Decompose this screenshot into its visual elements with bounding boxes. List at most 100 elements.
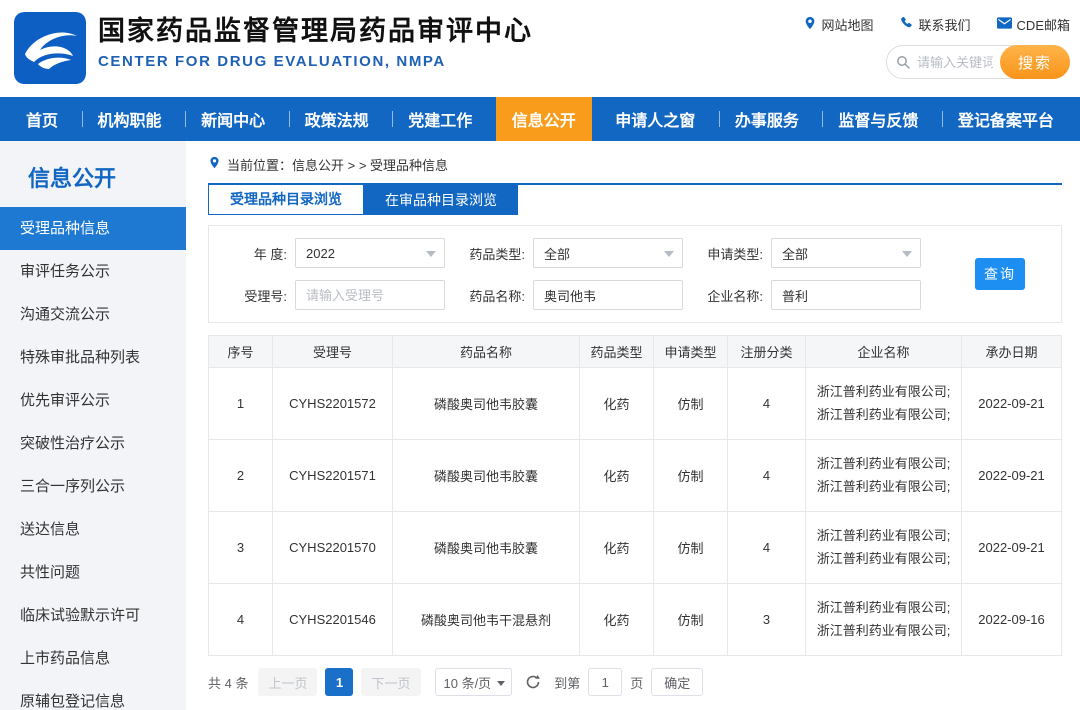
cell-drug-type: 化药 bbox=[580, 440, 654, 512]
year-select-value: 2022 bbox=[306, 246, 335, 261]
cell-accept-no: CYHS2201572 bbox=[273, 368, 393, 440]
sidebar-item-communication[interactable]: 沟通交流公示 bbox=[0, 293, 186, 336]
sidebar-item-delivery-info[interactable]: 送达信息 bbox=[0, 508, 186, 551]
cell-index: 4 bbox=[209, 584, 273, 656]
cde-logo[interactable] bbox=[14, 12, 86, 84]
nav-item-home[interactable]: 首页 bbox=[10, 97, 74, 141]
field-year: 年 度: 2022 bbox=[225, 238, 445, 268]
sidebar-item-review-tasks[interactable]: 审评任务公示 bbox=[0, 250, 186, 293]
cell-accept-no: CYHS2201571 bbox=[273, 440, 393, 512]
cell-apply-type: 仿制 bbox=[654, 368, 728, 440]
nav-item-organization[interactable]: 机构职能 bbox=[82, 97, 178, 141]
cell-date: 2022-09-16 bbox=[962, 584, 1062, 656]
sidebar-item-accepted-varieties[interactable]: 受理品种信息 bbox=[0, 207, 186, 250]
sidebar-item-breakthrough-therapy[interactable]: 突破性治疗公示 bbox=[0, 422, 186, 465]
apply-type-select-value: 全部 bbox=[782, 244, 808, 263]
nav-item-news[interactable]: 新闻中心 bbox=[185, 97, 281, 141]
refresh-button[interactable] bbox=[524, 673, 542, 691]
next-page-button[interactable]: 下一页 bbox=[361, 668, 420, 696]
cell-index: 1 bbox=[209, 368, 273, 440]
page: 国家药品监督管理局药品审评中心 CENTER FOR DRUG EVALUATI… bbox=[0, 0, 1080, 710]
sidebar-item-special-approval-list[interactable]: 特殊审批品种列表 bbox=[0, 336, 186, 379]
nav-item-policies[interactable]: 政策法规 bbox=[289, 97, 385, 141]
col-header-apply-type: 申请类型 bbox=[654, 336, 728, 368]
link-mailbox-label: CDE邮箱 bbox=[1017, 15, 1070, 34]
field-drug-type: 药品类型: 全部 bbox=[463, 238, 683, 268]
map-pin-icon bbox=[803, 16, 817, 33]
results-table: 序号 受理号 药品名称 药品类型 申请类型 注册分类 企业名称 承办日期 1 C… bbox=[208, 335, 1062, 656]
drug-type-select-value: 全部 bbox=[544, 244, 570, 263]
prev-page-button[interactable]: 上一页 bbox=[258, 668, 317, 696]
sidebar-item-three-in-one[interactable]: 三合一序列公示 bbox=[0, 465, 186, 508]
cell-date: 2022-09-21 bbox=[962, 368, 1062, 440]
goto-suffix-label: 页 bbox=[630, 673, 643, 692]
field-company-name: 企业名称: bbox=[701, 280, 921, 310]
location-pin-icon bbox=[208, 156, 221, 172]
sidebar-item-common-issues[interactable]: 共性问题 bbox=[0, 551, 186, 594]
drug-type-label: 药品类型: bbox=[463, 244, 525, 263]
cell-date: 2022-09-21 bbox=[962, 440, 1062, 512]
title-block: 国家药品监督管理局药品审评中心 CENTER FOR DRUG EVALUATI… bbox=[98, 12, 533, 70]
mail-icon bbox=[997, 17, 1012, 32]
apply-type-select[interactable]: 全部 bbox=[771, 238, 921, 268]
field-accept-no: 受理号: bbox=[225, 280, 445, 310]
nav-item-supervision-feedback[interactable]: 监督与反馈 bbox=[822, 97, 934, 141]
col-header-reg-class: 注册分类 bbox=[728, 336, 806, 368]
drug-name-input[interactable] bbox=[533, 280, 683, 310]
year-select[interactable]: 2022 bbox=[295, 238, 445, 268]
nav-item-registration-platform[interactable]: 登记备案平台 bbox=[942, 97, 1070, 141]
breadcrumb: 当前位置：信息公开 > > 受理品种信息 bbox=[208, 155, 1062, 173]
apply-type-label: 申请类型: bbox=[701, 244, 763, 263]
confirm-button[interactable]: 确定 bbox=[651, 668, 703, 696]
cell-index: 3 bbox=[209, 512, 273, 584]
cell-reg-class: 4 bbox=[728, 440, 806, 512]
tab-accepted-catalog[interactable]: 受理品种目录浏览 bbox=[208, 185, 364, 215]
pagination: 共 4 条 上一页 1 下一页 10 条/页 到第 页 确定 bbox=[208, 668, 1062, 696]
sidebar-item-priority-review[interactable]: 优先审评公示 bbox=[0, 379, 186, 422]
drug-type-select[interactable]: 全部 bbox=[533, 238, 683, 268]
page-1-button[interactable]: 1 bbox=[325, 668, 353, 696]
main-content: 当前位置：信息公开 > > 受理品种信息 受理品种目录浏览 在审品种目录浏览 年… bbox=[186, 141, 1080, 710]
link-sitemap[interactable]: 网站地图 bbox=[803, 15, 874, 34]
link-contact[interactable]: 联系我们 bbox=[900, 15, 971, 34]
quick-links: 网站地图 联系我们 CDE邮箱 bbox=[803, 15, 1070, 34]
cell-date: 2022-09-21 bbox=[962, 512, 1062, 584]
table-row: 3 CYHS2201570 磷酸奥司他韦胶囊 化药 仿制 4 浙江普利药业有限公… bbox=[209, 512, 1062, 584]
nav-item-party-building[interactable]: 党建工作 bbox=[392, 97, 488, 141]
col-header-index: 序号 bbox=[209, 336, 273, 368]
query-button[interactable]: 查询 bbox=[975, 258, 1025, 290]
company-name-label: 企业名称: bbox=[701, 286, 763, 305]
cell-drug-type: 化药 bbox=[580, 584, 654, 656]
field-apply-type: 申请类型: 全部 bbox=[701, 238, 921, 268]
page-size-select[interactable]: 10 条/页 bbox=[435, 668, 513, 696]
table-row: 4 CYHS2201546 磷酸奥司他韦干混悬剂 化药 仿制 3 浙江普利药业有… bbox=[209, 584, 1062, 656]
cell-apply-type: 仿制 bbox=[654, 512, 728, 584]
cell-reg-class: 4 bbox=[728, 368, 806, 440]
nav-item-services[interactable]: 办事服务 bbox=[719, 97, 815, 141]
phone-icon bbox=[900, 16, 914, 33]
filter-grid: 年 度: 2022 药品类型: 全部 申请类 bbox=[225, 238, 921, 310]
accept-no-input[interactable] bbox=[295, 280, 445, 310]
searchbar: 搜索 bbox=[886, 45, 1070, 79]
col-header-drug-type: 药品类型 bbox=[580, 336, 654, 368]
search-button[interactable]: 搜索 bbox=[1000, 45, 1070, 79]
sidebar-item-excipients-registration[interactable]: 原辅包登记信息 bbox=[0, 680, 186, 710]
search-icon bbox=[895, 54, 911, 70]
goto-prefix-label: 到第 bbox=[554, 673, 580, 692]
sidebar-item-clinical-trial-license[interactable]: 临床试验默示许可 bbox=[0, 594, 186, 637]
link-sitemap-label: 网站地图 bbox=[822, 15, 874, 34]
goto-page-input[interactable] bbox=[588, 668, 622, 696]
tab-under-review-catalog[interactable]: 在审品种目录浏览 bbox=[364, 185, 518, 215]
link-mailbox[interactable]: CDE邮箱 bbox=[997, 15, 1070, 34]
sidebar-item-marketed-drugs[interactable]: 上市药品信息 bbox=[0, 637, 186, 680]
col-header-date: 承办日期 bbox=[962, 336, 1062, 368]
nav-item-info-disclosure[interactable]: 信息公开 bbox=[496, 97, 592, 141]
site-subtitle: CENTER FOR DRUG EVALUATION, NMPA bbox=[98, 53, 533, 70]
nav-item-applicant-window[interactable]: 申请人之窗 bbox=[599, 97, 711, 141]
site-header: 国家药品监督管理局药品审评中心 CENTER FOR DRUG EVALUATI… bbox=[0, 0, 1080, 97]
sidebar-title: 信息公开 bbox=[0, 141, 186, 207]
cell-company: 浙江普利药业有限公司;浙江普利药业有限公司; bbox=[806, 440, 962, 512]
company-name-input[interactable] bbox=[771, 280, 921, 310]
cell-drug-name: 磷酸奥司他韦干混悬剂 bbox=[393, 584, 580, 656]
cell-drug-type: 化药 bbox=[580, 368, 654, 440]
